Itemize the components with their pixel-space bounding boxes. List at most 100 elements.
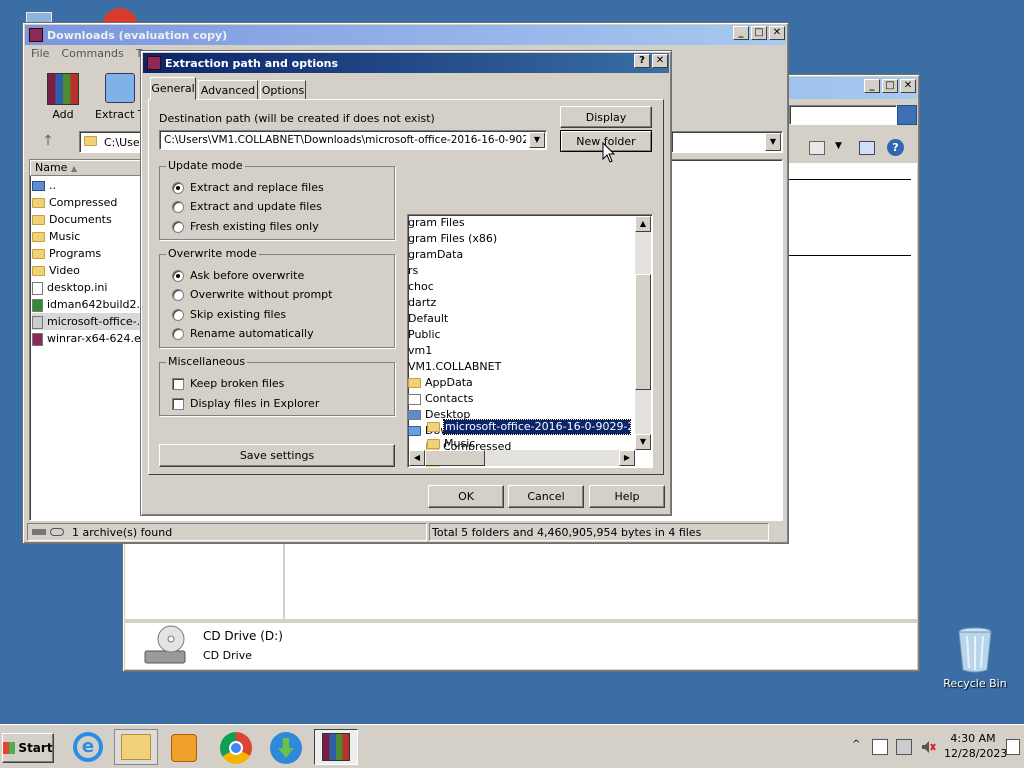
close-button[interactable]: ✕ <box>652 54 668 68</box>
show-hidden-icons-icon[interactable]: ^ <box>852 739 860 750</box>
list-item[interactable]: Video <box>32 262 144 279</box>
view-options-icon[interactable] <box>809 141 825 155</box>
up-arrow-icon[interactable]: ↑ <box>37 133 59 151</box>
tab-general[interactable]: General <box>150 77 196 100</box>
file-name: Compressed <box>49 196 118 209</box>
tree-selected-item[interactable]: microsoft-office-2016-16-0-9029-2167 <box>427 419 631 436</box>
taskbar-ie[interactable]: e <box>66 729 110 765</box>
status-right: Total 5 folders and 4,460,905,954 bytes … <box>429 523 769 541</box>
radio-label: Rename automatically <box>190 327 314 340</box>
help-icon[interactable]: ? <box>634 54 650 68</box>
tab-options[interactable]: Options <box>260 80 306 100</box>
action-center-icon[interactable] <box>872 739 888 755</box>
radio-button[interactable] <box>172 327 184 340</box>
scroll-up-icon[interactable]: ▲ <box>635 216 651 232</box>
maximize-button[interactable]: □ <box>882 79 898 93</box>
show-desktop-button[interactable] <box>1006 739 1020 755</box>
preview-pane-icon[interactable] <box>859 141 875 155</box>
list-item[interactable]: .. <box>32 177 144 194</box>
radio-label: Extract and replace files <box>190 181 324 194</box>
radio-button[interactable] <box>172 181 184 194</box>
scroll-thumb[interactable] <box>425 450 485 466</box>
taskbar-winrar[interactable] <box>314 729 358 765</box>
tree-vertical-scrollbar[interactable]: ▲ ▼ <box>635 216 651 450</box>
radio-fresh-existing[interactable]: Fresh existing files only <box>172 220 319 233</box>
checkbox-display-explorer[interactable]: Display files in Explorer <box>172 397 319 410</box>
radio-rename-auto[interactable]: Rename automatically <box>172 327 314 340</box>
list-item[interactable]: idman642build2.ex <box>32 296 144 313</box>
chevron-down-icon[interactable]: ▼ <box>529 132 545 148</box>
close-button[interactable]: ✕ <box>900 79 916 93</box>
update-mode-group: Update mode Extract and replace files Ex… <box>159 159 395 240</box>
checkbox-keep-broken[interactable]: Keep broken files <box>172 377 284 390</box>
tab-advanced[interactable]: Advanced <box>198 80 258 100</box>
list-item[interactable]: desktop.ini <box>32 279 144 296</box>
checkbox[interactable] <box>172 377 184 390</box>
checkbox[interactable] <box>172 397 184 410</box>
iso-file-icon <box>32 315 43 329</box>
radio-button[interactable] <box>172 220 184 233</box>
column-header-name[interactable]: Name ▲ <box>30 160 150 176</box>
minimize-button[interactable]: _ <box>864 79 880 93</box>
extract-folder-icon <box>105 73 135 103</box>
radio-label: Ask before overwrite <box>190 269 305 282</box>
radio-button[interactable] <box>172 308 184 321</box>
list-item[interactable]: Music <box>32 228 144 245</box>
taskbar-chrome[interactable] <box>214 729 258 765</box>
tree-item[interactable]: Music <box>427 437 475 451</box>
radio-button[interactable] <box>172 269 184 282</box>
save-settings-button[interactable]: Save settings <box>159 444 395 467</box>
winrar-titlebar[interactable]: Downloads (evaluation copy) <box>25 25 786 45</box>
radio-button[interactable] <box>172 200 184 213</box>
taskbar-media-player[interactable] <box>162 729 206 765</box>
start-button[interactable]: Start <box>2 733 54 763</box>
address-bar[interactable]: C:\Users <box>79 131 150 153</box>
list-item[interactable]: Documents <box>32 211 144 228</box>
status-bar: 1 archive(s) found Total 5 folders and 4… <box>27 523 784 541</box>
chevron-down-icon[interactable]: ▼ <box>765 133 781 151</box>
chevron-down-icon[interactable]: ▼ <box>835 141 842 151</box>
minimize-button[interactable]: _ <box>733 26 749 40</box>
ok-button[interactable]: OK <box>428 485 504 508</box>
maximize-button[interactable]: □ <box>751 26 767 40</box>
divider <box>789 255 911 256</box>
radio-overwrite-without[interactable]: Overwrite without prompt <box>172 288 332 301</box>
tree-horizontal-scrollbar[interactable]: ◀ ▶ <box>409 450 635 466</box>
radio-ask-before[interactable]: Ask before overwrite <box>172 269 304 282</box>
dialog-titlebar[interactable]: Extraction path and options <box>143 53 669 73</box>
clock[interactable]: 4:30 AM 12/28/2023 <box>944 731 1007 761</box>
list-item[interactable]: Programs <box>32 245 144 262</box>
cancel-button[interactable]: Cancel <box>508 485 584 508</box>
menu-file[interactable]: File <box>31 47 49 60</box>
list-item[interactable]: Compressed <box>32 194 144 211</box>
list-item[interactable]: winrar-x64-624.ex <box>32 330 144 347</box>
search-icon[interactable] <box>897 105 917 125</box>
search-input[interactable] <box>789 105 897 125</box>
taskbar-idm[interactable] <box>264 729 308 765</box>
extraction-dialog[interactable]: Extraction path and options ? ✕ General … <box>140 50 672 516</box>
recycle-bin[interactable]: Recycle Bin <box>940 626 1010 690</box>
display-button[interactable]: Display <box>560 106 652 128</box>
radio-extract-update[interactable]: Extract and update files <box>172 200 322 213</box>
taskbar-explorer[interactable] <box>114 729 158 765</box>
divider <box>789 179 911 180</box>
extract-to-button[interactable]: Extract T <box>95 73 145 121</box>
radio-skip-existing[interactable]: Skip existing files <box>172 308 286 321</box>
scroll-down-icon[interactable]: ▼ <box>635 434 651 450</box>
close-button[interactable]: ✕ <box>769 26 785 40</box>
radio-extract-replace[interactable]: Extract and replace files <box>172 181 324 194</box>
address-dropdown[interactable]: ▼ <box>671 131 783 153</box>
help-button[interactable]: Help <box>589 485 665 508</box>
menu-commands[interactable]: Commands <box>61 47 123 60</box>
network-icon[interactable] <box>896 739 912 755</box>
add-button[interactable]: Add <box>45 73 81 121</box>
volume-icon[interactable] <box>920 739 936 755</box>
checkbox-label: Keep broken files <box>190 377 285 390</box>
help-icon[interactable]: ? <box>887 139 904 156</box>
scroll-thumb[interactable] <box>635 274 651 390</box>
scroll-right-icon[interactable]: ▶ <box>619 450 635 466</box>
scroll-left-icon[interactable]: ◀ <box>409 450 425 466</box>
radio-button[interactable] <box>172 288 184 301</box>
list-item[interactable]: microsoft-office-.. <box>32 313 144 330</box>
dest-path-combo[interactable]: C:\Users\VM1.COLLABNET\Downloads\microso… <box>159 130 547 150</box>
